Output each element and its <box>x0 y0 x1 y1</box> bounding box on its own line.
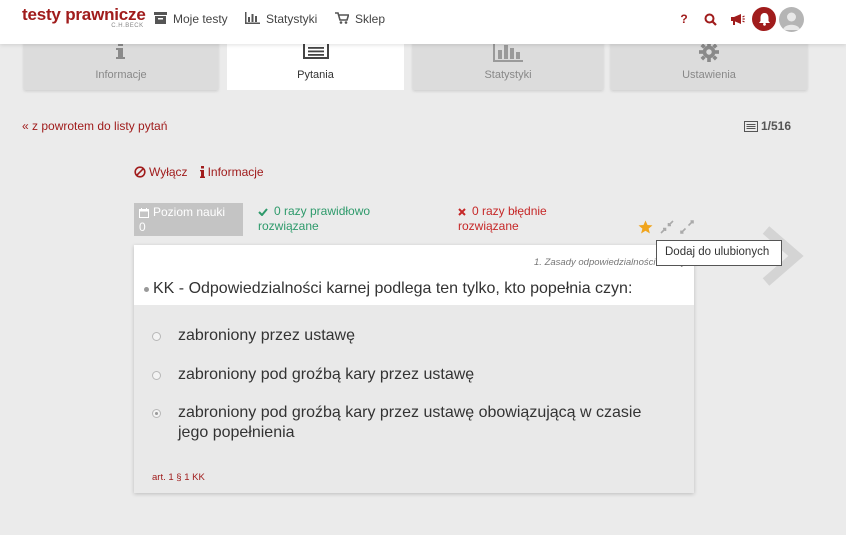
question-header: 1. Zasady odpowiedzialności karnej KK - … <box>134 245 694 305</box>
tab-label: Statystyki <box>484 69 532 81</box>
info-icon <box>116 42 126 63</box>
bar-chart-icon <box>245 11 260 27</box>
tab-statystyki[interactable]: Statystyki <box>413 40 603 90</box>
correct-count: 0 razy prawidłowo rozwiązane <box>258 204 370 234</box>
notifications-bell-icon[interactable] <box>752 7 776 31</box>
disable-button[interactable]: Wyłącz <box>134 165 188 179</box>
nav-moje-testy[interactable]: Moje testy <box>154 0 228 38</box>
help-icon[interactable]: ? <box>674 9 694 29</box>
info-button[interactable]: Informacje <box>199 165 264 179</box>
wrong-line1: 0 razy błędnie <box>472 204 547 218</box>
expand-icon[interactable] <box>679 219 695 235</box>
answer-option[interactable]: zabroniony pod groźbą kary przez ustawę … <box>152 403 652 443</box>
question-counter: 1/516 <box>744 119 791 133</box>
nav-label: Statystyki <box>266 12 318 26</box>
tab-label: Pytania <box>297 69 334 81</box>
question-label: KK - Odpowiedzialności karnej podlega te… <box>153 280 633 297</box>
nav-label: Sklep <box>355 12 386 26</box>
answer-radio[interactable] <box>152 371 161 380</box>
gear-icon <box>698 42 720 65</box>
answer-text: zabroniony przez ustawę <box>178 327 355 344</box>
bar-chart-icon <box>493 42 523 65</box>
megaphone-icon[interactable] <box>727 9 747 29</box>
cross-icon <box>458 207 466 216</box>
nav-sklep[interactable]: Sklep <box>335 0 385 38</box>
archive-icon <box>154 11 167 27</box>
tab-label: Ustawienia <box>682 69 736 81</box>
list-icon <box>302 42 329 62</box>
level-label: Poziom nauki <box>153 205 226 219</box>
favorite-star-icon[interactable] <box>637 219 653 235</box>
tab-ustawienia[interactable]: Ustawienia <box>611 40 807 90</box>
logo[interactable]: testy prawnicze C.H.BECK <box>22 5 146 29</box>
wrong-line2: rozwiązane <box>458 219 519 233</box>
tab-informacje[interactable]: Informacje <box>24 40 218 90</box>
list-icon <box>744 120 758 132</box>
answer-option[interactable]: zabroniony pod groźbą kary przez ustawę <box>152 365 474 385</box>
legal-reference: art. 1 § 1 KK <box>152 472 205 483</box>
learning-level-badge: Poziom nauki 0 <box>134 203 243 236</box>
logo-title: testy prawnicze <box>22 5 146 24</box>
nav-statystyki[interactable]: Statystyki <box>245 0 317 38</box>
counter-value: 1/516 <box>761 119 792 133</box>
answer-text: zabroniony pod groźbą kary przez ustawę <box>178 366 475 383</box>
avatar[interactable] <box>779 7 804 32</box>
tab-label: Informacje <box>95 69 147 81</box>
compress-icon[interactable] <box>659 219 675 235</box>
answer-radio[interactable] <box>152 409 161 418</box>
favorite-tooltip: Dodaj do ulubionych <box>656 240 782 266</box>
info-label: Informacje <box>207 165 264 179</box>
answer-option[interactable]: zabroniony przez ustawę <box>152 326 355 346</box>
nav-label: Moje testy <box>173 12 228 26</box>
answer-radio[interactable] <box>152 332 161 341</box>
question-actions: Wyłącz Informacje <box>134 165 276 179</box>
answer-text: zabroniony pod groźbą kary przez ustawę … <box>178 404 642 441</box>
correct-line1: 0 razy prawidłowo <box>274 204 371 218</box>
cart-icon <box>335 11 350 27</box>
search-icon[interactable] <box>700 9 720 29</box>
top-bar: testy prawnicze C.H.BECK Moje testy Stat… <box>0 0 846 44</box>
disable-label: Wyłącz <box>149 165 188 179</box>
ban-icon <box>134 166 146 178</box>
info-icon <box>199 166 205 178</box>
wrong-count: 0 razy błędnie rozwiązane <box>458 204 547 234</box>
check-icon <box>258 207 268 216</box>
bullet-icon <box>144 286 149 292</box>
level-value: 0 <box>139 220 146 234</box>
calendar-icon <box>139 207 149 218</box>
question-text: KK - Odpowiedzialności karnej podlega te… <box>144 280 632 298</box>
logo-subtitle: C.H.BECK <box>111 23 144 29</box>
tab-pytania[interactable]: Pytania <box>227 40 404 90</box>
correct-line2: rozwiązane <box>258 219 319 233</box>
back-to-list-link[interactable]: « z powrotem do listy pytań <box>22 119 167 133</box>
question-card: 1. Zasady odpowiedzialności karnej KK - … <box>134 245 694 493</box>
